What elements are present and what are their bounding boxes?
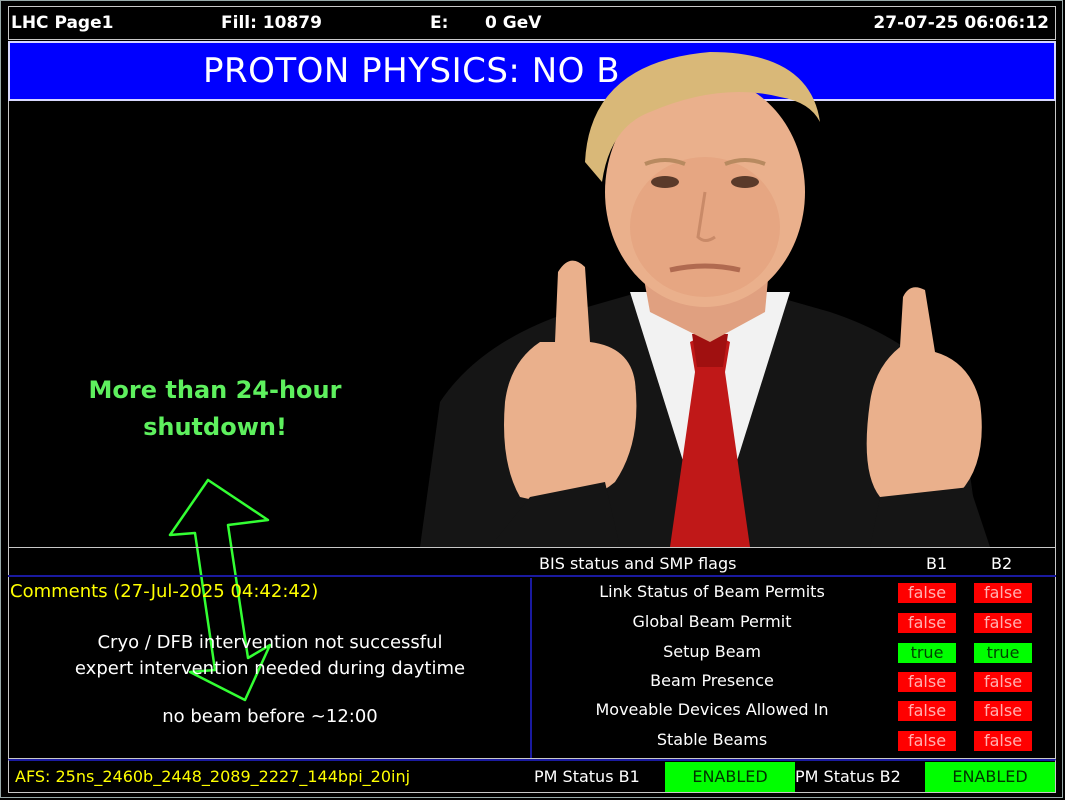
comments-title: Comments (27-Jul-2025 04:42:42) <box>10 581 319 602</box>
flag-label: Stable Beams <box>656 730 768 749</box>
comment-line: no beam before ~12:00 <box>162 706 378 727</box>
bis-flags-table: Link Status of Beam Permits false false … <box>534 578 1056 758</box>
flag-b2-value: false <box>974 731 1032 751</box>
flag-b1-value: false <box>898 672 956 692</box>
pm-b1-label: PM Status B1 <box>534 767 640 786</box>
annotation-line-1: More than 24-hour <box>88 376 342 404</box>
flag-label: Setup Beam <box>663 642 761 661</box>
energy-value: 0 GeV <box>485 13 542 33</box>
comment-line: expert intervention needed during daytim… <box>74 658 466 679</box>
bis-header: BIS status and SMP flags B1 B2 <box>8 549 1056 577</box>
bis-col-b2: B2 <box>991 554 1013 573</box>
flag-row: Beam Presence false false <box>534 667 1056 695</box>
flag-b1-value: false <box>898 731 956 751</box>
flag-b2-value: false <box>974 613 1032 633</box>
flag-b2-value: false <box>974 701 1032 721</box>
flag-b1-value: true <box>898 643 956 663</box>
flag-label: Moveable Devices Allowed In <box>595 700 829 719</box>
flag-b1-value: false <box>898 613 956 633</box>
annotation-line-2: shutdown! <box>143 413 287 441</box>
pm-b2-label: PM Status B2 <box>795 767 901 786</box>
fill-number: Fill: 10879 <box>221 13 322 33</box>
status-header: LHC Page1 Fill: 10879 E: 0 GeV 27-07-25 … <box>8 6 1056 40</box>
footer-bar: AFS: 25ns_2460b_2448_2089_2227_144bpi_20… <box>8 759 1056 793</box>
page-name: LHC Page1 <box>11 13 114 33</box>
energy-label: E: <box>430 13 449 33</box>
pm-b1-status-badge: ENABLED <box>665 762 795 792</box>
comment-line: Cryo / DFB intervention not successful <box>97 632 443 653</box>
flag-row: Link Status of Beam Permits false false <box>534 578 1056 606</box>
afs-filling-scheme: AFS: 25ns_2460b_2448_2089_2227_144bpi_20… <box>15 767 411 786</box>
flag-label: Link Status of Beam Permits <box>599 582 825 601</box>
flag-row: Moveable Devices Allowed In false false <box>534 696 1056 724</box>
flag-row: Global Beam Permit false false <box>534 608 1056 636</box>
comments-panel: Comments (27-Jul-2025 04:42:42) Cryo / D… <box>8 578 532 758</box>
flag-b2-value: false <box>974 583 1032 603</box>
flag-row: Stable Beams false false <box>534 726 1056 754</box>
flag-b2-value: false <box>974 672 1032 692</box>
shutdown-annotation: More than 24-hour shutdown! <box>80 372 350 446</box>
pm-b2-status-badge: ENABLED <box>925 762 1055 792</box>
flag-label: Global Beam Permit <box>632 612 792 631</box>
flag-b1-value: false <box>898 701 956 721</box>
flag-row: Setup Beam true true <box>534 638 1056 666</box>
bis-col-b1: B1 <box>926 554 948 573</box>
flag-b2-value: true <box>974 643 1032 663</box>
bis-title: BIS status and SMP flags <box>539 554 737 573</box>
datetime: 27-07-25 06:06:12 <box>873 13 1049 33</box>
flag-b1-value: false <box>898 583 956 603</box>
person-thumbs-up-photo <box>420 52 990 547</box>
flag-label: Beam Presence <box>650 671 774 690</box>
